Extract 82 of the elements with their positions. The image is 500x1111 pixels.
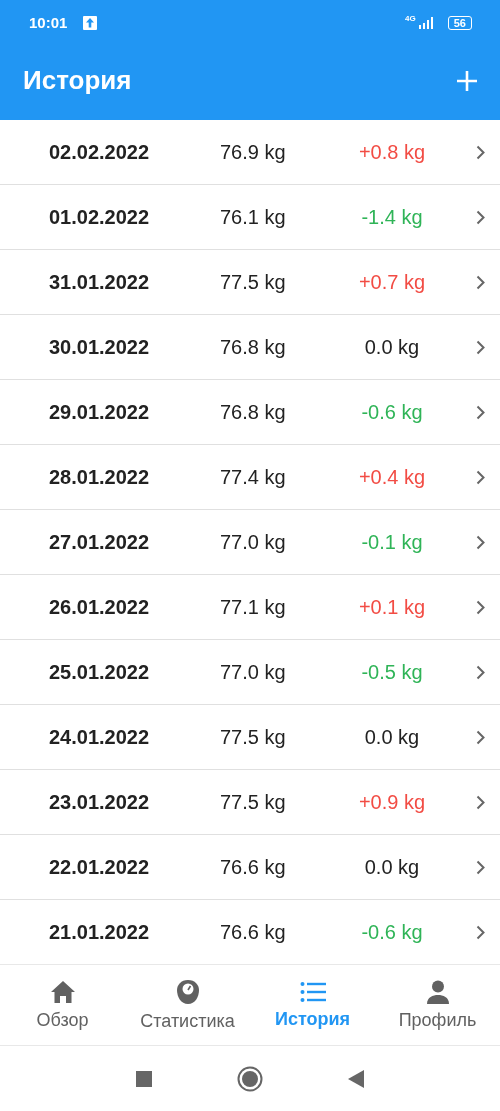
back-icon[interactable] xyxy=(348,1069,364,1088)
entry-weight: 77.1 kg xyxy=(220,595,287,619)
weight-change: -0.5 kg xyxy=(361,660,423,684)
entry-date: 28.01.2022 xyxy=(49,465,151,489)
entry-weight: 76.6 kg xyxy=(220,920,287,944)
weight-change: +0.8 kg xyxy=(358,140,426,164)
entry-date: 24.01.2022 xyxy=(49,725,151,749)
entry-date: 23.01.2022 xyxy=(49,790,151,814)
entry-weight: 77.5 kg xyxy=(220,725,287,749)
entry-date: 27.01.2022 xyxy=(49,530,151,554)
upload-icon xyxy=(83,15,98,30)
weight-change: -0.6 kg xyxy=(361,400,423,424)
home-button-icon[interactable] xyxy=(237,1065,263,1092)
entry-weight: 77.4 kg xyxy=(220,465,287,489)
screen-title: История xyxy=(23,65,132,96)
entry-weight: 76.1 kg xyxy=(220,205,287,229)
weight-change: -1.4 kg xyxy=(361,205,423,229)
history-row[interactable]: 21.01.2022 76.6 kg -0.6 kg xyxy=(0,900,500,964)
chevron-icon xyxy=(476,924,485,940)
nav-tab[interactable]: Профиль xyxy=(375,965,500,1045)
history-row[interactable]: 01.02.2022 76.1 kg -1.4 kg xyxy=(0,185,500,250)
history-row[interactable]: 27.01.2022 77.0 kg -0.1 kg xyxy=(0,510,500,575)
scale-icon xyxy=(175,978,200,1005)
entry-weight: 76.9 kg xyxy=(220,140,287,164)
chevron-icon xyxy=(476,859,485,875)
chevron-icon xyxy=(476,339,485,355)
home-icon xyxy=(49,979,76,1004)
battery-level: 56 xyxy=(447,15,472,30)
weight-change: 0.0 kg xyxy=(364,725,420,749)
chevron-icon xyxy=(476,794,485,810)
chevron-icon xyxy=(476,664,485,680)
recents-icon[interactable] xyxy=(136,1070,152,1087)
weight-change: -0.6 kg xyxy=(361,920,423,944)
entry-weight: 77.0 kg xyxy=(220,660,287,684)
entry-date: 22.01.2022 xyxy=(49,855,151,879)
entry-weight: 77.0 kg xyxy=(220,530,287,554)
weight-change: +0.9 kg xyxy=(358,790,426,814)
add-icon[interactable] xyxy=(456,69,478,92)
history-row[interactable]: 28.01.2022 77.4 kg +0.4 kg xyxy=(0,445,500,510)
entry-date: 30.01.2022 xyxy=(49,335,151,359)
history-row[interactable]: 22.01.2022 76.6 kg 0.0 kg xyxy=(0,835,500,900)
entry-weight: 77.5 kg xyxy=(220,270,287,294)
entry-date: 29.01.2022 xyxy=(49,400,151,424)
weight-change: +0.7 kg xyxy=(358,270,426,294)
network-type: 4G xyxy=(405,14,416,23)
chevron-icon xyxy=(476,729,485,745)
weight-change: 0.0 kg xyxy=(364,335,420,359)
entry-date: 01.02.2022 xyxy=(49,205,151,229)
signal-icon xyxy=(417,16,434,29)
entry-date: 25.01.2022 xyxy=(49,660,151,684)
entry-date: 31.01.2022 xyxy=(49,270,151,294)
entry-weight: 77.5 kg xyxy=(220,790,287,814)
entry-weight: 76.6 kg xyxy=(220,855,287,879)
nav-tab[interactable]: Статистика xyxy=(125,965,250,1045)
person-icon xyxy=(425,979,450,1004)
status-time: 10:01 xyxy=(29,14,68,31)
weight-change: -0.1 kg xyxy=(361,530,423,554)
entry-date: 21.01.2022 xyxy=(49,920,151,944)
weight-change: +0.1 kg xyxy=(358,595,426,619)
chevron-icon xyxy=(476,144,485,160)
entry-date: 02.02.2022 xyxy=(49,140,151,164)
entry-date: 26.01.2022 xyxy=(49,595,151,619)
history-row[interactable]: 24.01.2022 77.5 kg 0.0 kg xyxy=(0,705,500,770)
chevron-icon xyxy=(476,404,485,420)
history-row[interactable]: 29.01.2022 76.8 kg -0.6 kg xyxy=(0,380,500,445)
chevron-icon xyxy=(476,209,485,225)
entry-weight: 76.8 kg xyxy=(220,400,287,424)
entry-weight: 76.8 kg xyxy=(220,335,287,359)
history-row[interactable]: 31.01.2022 77.5 kg +0.7 kg xyxy=(0,250,500,315)
history-row[interactable]: 02.02.2022 76.9 kg +0.8 kg xyxy=(0,120,500,185)
nav-tab[interactable]: Обзор xyxy=(0,965,125,1045)
chevron-icon xyxy=(476,534,485,550)
history-row[interactable]: 30.01.2022 76.8 kg 0.0 kg xyxy=(0,315,500,380)
chevron-icon xyxy=(476,599,485,615)
list-icon xyxy=(299,980,326,1003)
weight-change: +0.4 kg xyxy=(358,465,426,489)
weight-change: 0.0 kg xyxy=(364,855,420,879)
chevron-icon xyxy=(476,274,485,290)
history-row[interactable]: 25.01.2022 77.0 kg -0.5 kg xyxy=(0,640,500,705)
chevron-icon xyxy=(476,469,485,485)
history-row[interactable]: 23.01.2022 77.5 kg +0.9 kg xyxy=(0,770,500,835)
history-row[interactable]: 26.01.2022 77.1 kg +0.1 kg xyxy=(0,575,500,640)
